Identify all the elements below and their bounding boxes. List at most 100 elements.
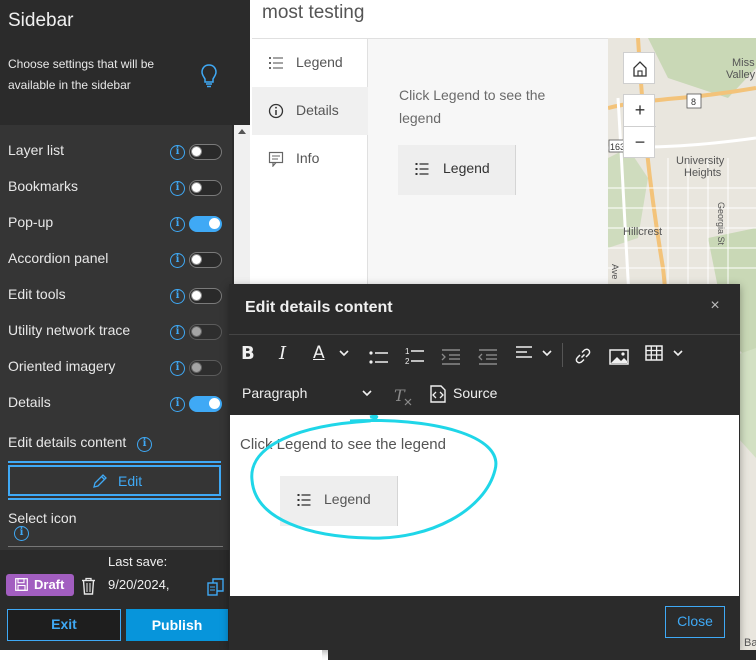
info-icon[interactable]: i [170,145,185,160]
focus-indicator [8,461,221,463]
details-toggle[interactable] [189,396,222,412]
chevron-down-icon [673,350,683,357]
setting-row-oriented-imagery: Oriented imagery i [0,349,232,385]
legend-button-label: Legend [443,160,490,176]
layer-list-toggle[interactable] [189,144,222,160]
map-label: Miss [732,57,755,69]
page-bottom-strip [0,650,322,660]
image-icon[interactable] [609,345,629,369]
info-icon[interactable]: i [170,397,185,412]
oriented-imagery-toggle[interactable] [189,360,222,376]
setting-row-utility-network-trace: Utility network trace i [0,313,232,349]
draft-badge[interactable]: Draft [6,574,74,596]
zoom-in-button[interactable]: + [624,95,656,127]
chevron-down-icon [542,350,552,357]
edit-details-content-row: Edit details content i [0,425,232,461]
setting-row-edit-tools: Edit tools i [0,277,232,313]
table-icon [645,345,663,361]
svg-text:1: 1 [405,347,410,356]
rich-text-editor[interactable]: Click Legend to see the legend Legend [230,415,739,596]
source-label: Source [453,385,498,401]
info-icon[interactable]: i [170,181,185,196]
link-icon[interactable] [574,344,592,368]
clear-formatting-icon[interactable]: T [393,384,413,408]
close-icon[interactable]: × [707,298,723,314]
bulleted-list-icon[interactable] [369,346,389,370]
app-title: most testing [262,2,365,23]
preview-panel: Legend Details Info Click Legend to see … [252,38,608,289]
copy-icon[interactable] [207,578,224,596]
annotation-circle [250,415,498,540]
source-code-icon [430,385,446,403]
details-content: Click Legend to see the legend Legend [368,39,608,289]
info-icon[interactable]: i [137,437,152,452]
utility-network-trace-toggle[interactable] [189,324,222,340]
setting-label: Layer list [8,142,65,158]
setting-label: Details [8,394,51,410]
zoom-out-button[interactable]: − [624,127,656,159]
comment-icon [268,151,284,167]
map-label: Heights [684,167,722,179]
source-button[interactable]: Source [428,383,508,407]
font-color-dropdown[interactable]: A [313,343,353,367]
info-icon [268,103,284,119]
indent-icon[interactable] [441,345,461,369]
exit-button[interactable]: Exit [7,609,121,641]
paragraph-select-value: Paragraph [242,385,308,401]
trash-icon[interactable] [81,577,96,595]
font-color-icon: A [313,343,325,363]
close-button[interactable]: Close [665,606,725,638]
info-icon[interactable]: i [170,361,185,376]
draft-label: Draft [34,577,65,592]
tab-details[interactable]: Details [252,87,368,135]
last-save-date: 9/20/2024, [108,577,170,592]
edit-details-button[interactable]: Edit [8,465,221,496]
sidebar-description: Choose settings that will be available i… [8,57,155,92]
tab-label: Info [296,150,320,166]
sidebar-settings-list: Layer list i Bookmarks i Pop-up i Accord… [0,125,232,550]
map-label: Valley [726,69,756,81]
publish-button[interactable]: Publish [126,609,228,641]
svg-text:T: T [394,386,406,405]
map-home-button[interactable] [623,52,655,84]
edit-button-label: Edit [118,473,143,489]
accordion-panel-toggle[interactable] [189,252,222,268]
info-icon[interactable]: i [14,526,29,541]
info-icon[interactable]: i [170,289,185,304]
pencil-icon [93,474,107,488]
popup-toggle[interactable] [189,216,222,232]
map-label: Ave [610,264,620,279]
numbered-list-icon[interactable]: 1 2 [405,344,425,368]
home-icon [633,61,647,77]
legend-icon [415,163,429,175]
outdent-icon[interactable] [478,345,498,369]
map-zoom-controls: + − [623,94,656,159]
map-label: University [676,155,725,167]
dialog-title: Edit details content [245,299,393,316]
bold-icon[interactable]: B [241,343,259,367]
sidebar-header: Sidebar Choose settings that will be ava… [0,0,250,125]
svg-text:2: 2 [405,357,410,366]
paragraph-format-select[interactable]: Paragraph [242,385,376,409]
last-save-label: Last save: [108,554,168,569]
lightbulb-icon[interactable] [199,63,219,89]
edit-details-dialog: Edit details content × B I A 1 2 Paragra… [229,284,740,650]
table-dropdown[interactable] [645,345,687,369]
italic-icon[interactable]: I [279,343,297,367]
setting-label: Bookmarks [8,178,79,194]
info-icon[interactable]: i [170,325,185,340]
tab-legend[interactable]: Legend [252,39,368,87]
edit-tools-toggle[interactable] [189,288,222,304]
focus-indicator [8,498,221,500]
tab-label: Legend [296,54,343,70]
page-bottom-strip-dark [328,650,756,660]
select-icon-label: Select icon [8,510,77,526]
tab-info[interactable]: Info [252,135,368,183]
legend-icon [269,57,283,69]
info-icon[interactable]: i [170,217,185,232]
bookmarks-toggle[interactable] [189,180,222,196]
legend-button[interactable]: Legend [398,145,516,195]
map-label: Hillcrest [623,226,662,238]
info-icon[interactable]: i [170,253,185,268]
alignment-dropdown[interactable] [515,345,555,369]
